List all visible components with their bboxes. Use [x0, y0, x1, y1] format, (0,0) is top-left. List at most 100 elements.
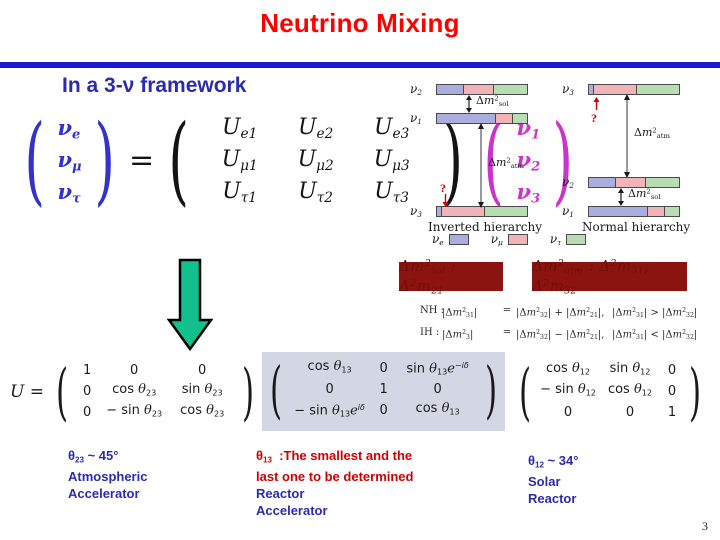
relation-tag-ih: IH :	[420, 327, 440, 339]
left-paren-m12: (	[518, 354, 531, 428]
annotation-theta23: θ23 ~ 45° Atmospheric Accelerator	[68, 447, 147, 502]
relation-inequality-ih: |Δm231| < |Δm232|	[612, 329, 698, 342]
theta13-headline-1: θ13 :The smallest and the	[256, 448, 413, 465]
ih-theta13-indicator-arrow	[442, 194, 449, 207]
rotation-matrix-13: ( cos θ13 0 sin θ13e−iδ 0 1 0 − sin θ13e…	[262, 352, 505, 431]
nh-atm-splitting-arrow	[624, 94, 630, 178]
bar-segment-nu-tau	[664, 207, 679, 216]
pmns-matrix: Ue1 Ue2 Ue3 Uμ1 Uμ2 Uμ3 Uτ1 Uτ2 Uτ3	[202, 112, 430, 208]
bar-segment-nu-tau	[636, 85, 679, 94]
right-paren-m23: )	[242, 354, 255, 428]
m13-cell-12: 0	[379, 361, 388, 376]
ih-atm-splitting-arrow	[478, 123, 484, 208]
nh-level-nu3-bar	[588, 84, 680, 95]
nh-atm-splitting-label: Δm2atm	[634, 126, 670, 140]
bar-segment-nu-tau	[484, 207, 527, 216]
relation-row-nh: NH : |Δm231| = |Δm232| + |Δm221|, |Δm231…	[420, 302, 710, 324]
bar-segment-nu-mu	[616, 178, 646, 187]
m23-cell-11: 1	[83, 363, 92, 378]
left-paren-matrix: (	[168, 104, 190, 216]
bar-segment-nu-mu	[496, 114, 513, 123]
theta13-headline-2: last one to be determined	[256, 469, 414, 485]
relation-tag-nh: NH :	[420, 305, 445, 316]
ih-level-nu2-label: ν2	[410, 82, 423, 98]
relation-lhs-ih: |Δm23|	[442, 329, 474, 342]
bar-segment-nu-tau	[493, 85, 527, 94]
flavor-eigenstate-vector: νe νμ ντ	[57, 113, 81, 207]
m13-cell-11: cos θ13	[307, 359, 352, 375]
nh-level-nu2-label: ν2	[562, 175, 575, 191]
legend-label-nu-e: νe	[432, 232, 444, 248]
nh-solar-splitting-arrow	[618, 188, 624, 206]
theta23-value: θ23 ~ 45°	[68, 448, 119, 465]
bar-segment-nu-e	[437, 114, 497, 123]
theta12-source-1: Solar	[528, 474, 561, 490]
ih-level-nu3-label: ν3	[410, 204, 423, 220]
ih-solar-splitting-label: Δm2sol	[476, 94, 509, 108]
bar-segment-nu-e	[437, 85, 464, 94]
bar-segment-nu-mu	[464, 85, 494, 94]
m13-cell-23: 0	[433, 382, 442, 397]
m23-cell-33: cos θ23	[180, 403, 225, 419]
legend-item-nu-e: νe	[432, 232, 469, 247]
equals-sign: =	[129, 142, 155, 178]
subheading: In a 3-ν framework	[62, 74, 247, 97]
atmospheric-splitting-box: Δm2atm : Δ2m31, Δ2m32	[532, 257, 687, 296]
u-factorization-lhs: U =	[10, 381, 44, 402]
m23-cell-32: − sin θ23	[106, 403, 163, 419]
mass-hierarchy-diagram: ν2 ν1 ν3 Δm2sol Δm2atm ? Inverted hierar…	[404, 78, 714, 250]
solar-splitting-formula: Δm2sol : Δ2m21	[399, 256, 457, 297]
bar-segment-nu-e	[589, 178, 616, 187]
left-paren-m13: (	[270, 352, 283, 426]
relation-row-ih: IH : |Δm23| = |Δm232| − |Δm221|, |Δm231|…	[420, 324, 710, 346]
relation-equals-nh: =	[502, 305, 512, 316]
title-divider	[0, 62, 720, 68]
down-arrow-icon	[167, 258, 213, 352]
relation-equals-ih: =	[502, 327, 512, 339]
legend-swatch-nu-tau	[566, 234, 587, 246]
m12-cell-32: 0	[625, 405, 635, 420]
theta12-source-2: Reactor	[528, 491, 577, 507]
m23-cell-12: 0	[130, 363, 139, 378]
matrix-cell-mu1: Uμ1	[221, 147, 258, 174]
rotation-matrix-13-grid: cos θ13 0 sin θ13e−iδ 0 1 0 − sin θ13eiδ…	[289, 358, 479, 421]
flavor-state-mu: νμ	[57, 147, 82, 175]
m13-cell-32: 0	[379, 403, 388, 418]
annotation-theta13: θ13 :The smallest and the last one to be…	[256, 447, 413, 519]
nh-level-nu1-label: ν1	[562, 204, 575, 220]
nh-level-nu1-bar	[588, 206, 680, 217]
page-title: Neutrino Mixing	[260, 8, 460, 38]
nh-question-mark: ?	[591, 111, 597, 125]
ih-atm-splitting-label: Δm2atm	[488, 156, 524, 170]
bar-segment-nu-mu	[441, 207, 485, 216]
rotation-matrix-12: ( cos θ12 sin θ12 0 − sin θ12 cos θ12 0 …	[513, 360, 707, 423]
theta13-source-2: Accelerator	[256, 503, 328, 519]
bar-segment-nu-mu	[648, 207, 665, 216]
matrix-cell-e2: Ue2	[297, 115, 334, 142]
bar-segment-nu-mu	[593, 85, 637, 94]
bar-segment-nu-e	[589, 207, 649, 216]
rotation-matrix-12-grid: cos θ12 sin θ12 0 − sin θ12 cos θ12 0 0 …	[537, 360, 683, 423]
legend-item-nu-tau: ντ	[550, 232, 587, 247]
m12-cell-21: − sin θ12	[540, 382, 596, 398]
theta23-source-1: Atmospheric	[68, 469, 148, 485]
ih-level-nu1-label: ν1	[410, 111, 423, 127]
m13-cell-33: cos θ13	[415, 401, 460, 417]
left-paren-flavor: (	[24, 104, 46, 216]
rotation-matrix-23: ( 1 0 0 0 cos θ23 sin θ23 0 − sin θ23 co…	[50, 360, 260, 423]
bar-segment-nu-tau	[645, 178, 679, 187]
flavor-legend: νe νμ ντ	[432, 232, 702, 247]
theta12-value: θ12 ~ 34°	[528, 453, 579, 470]
annotation-theta12: θ12 ~ 34° Solar Reactor	[528, 452, 578, 507]
flavor-state-tau: ντ	[57, 179, 81, 207]
rotation-matrix-23-grid: 1 0 0 0 cos θ23 sin θ23 0 − sin θ23 cos …	[74, 360, 236, 423]
relation-rhs-ih: |Δm232| − |Δm221|,	[516, 329, 605, 342]
relation-lhs-nh: |Δm231|	[442, 307, 478, 320]
m12-cell-22: cos θ12	[607, 382, 653, 398]
matrix-cell-tau2: Uτ2	[298, 179, 333, 206]
page-number: 3	[702, 519, 708, 533]
right-paren-m12: )	[689, 354, 702, 428]
m12-cell-31: 0	[563, 405, 573, 420]
m13-cell-31: − sin θ13eiδ	[294, 402, 365, 419]
flavor-state-e: νe	[57, 115, 81, 143]
